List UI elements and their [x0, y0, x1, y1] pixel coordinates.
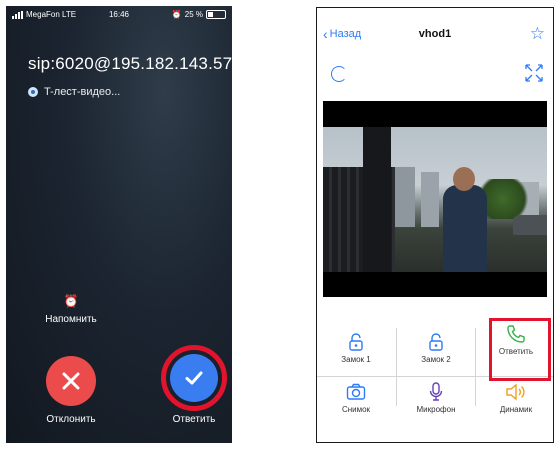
decline-label: Отклонить — [46, 414, 96, 425]
microphone-label: Микрофон — [416, 405, 456, 414]
intercom-app-screen: ‹ Назад vhod1 ☆ Замок 1 Замок 2 Ответить… — [316, 7, 554, 443]
lock-icon — [429, 333, 443, 351]
calling-app: T-лест-видео... — [28, 86, 120, 98]
speaker-icon — [506, 383, 525, 401]
lock1-button[interactable]: Замок 1 — [317, 332, 395, 364]
fullscreen-icon[interactable] — [525, 64, 543, 82]
camera-image — [323, 127, 547, 272]
answer-highlight — [489, 318, 551, 381]
lock1-label: Замок 1 — [341, 355, 371, 364]
caller-id: sip:6020@195.182.143.57 — [28, 54, 232, 73]
checkmark-icon — [185, 371, 203, 385]
battery-indicator: ⏰ 25 % — [172, 10, 226, 19]
camera-icon — [346, 383, 366, 400]
snapshot-button[interactable]: Снимок — [317, 382, 395, 414]
lock-icon — [349, 333, 363, 351]
speaker-button[interactable]: Динамик — [477, 382, 553, 414]
speaker-label: Динамик — [499, 405, 533, 414]
accept-button[interactable] — [170, 354, 218, 402]
accept-label: Ответить — [172, 414, 216, 425]
microphone-button[interactable]: Микрофон — [397, 382, 475, 414]
incoming-call-screen: MegaFon LTE 16:46 ⏰ 25 % sip:6020@195.18… — [6, 6, 232, 443]
refresh-icon[interactable] — [331, 66, 347, 82]
battery-icon — [206, 10, 226, 19]
close-icon — [62, 372, 80, 390]
star-icon[interactable]: ☆ — [530, 24, 545, 44]
app-icon — [28, 87, 38, 97]
app-name: T-лест-видео... — [44, 86, 121, 98]
alarm-clock-icon: ⏰ — [63, 294, 79, 308]
remind-label: Напомнить — [45, 314, 97, 325]
battery-percent: 25 % — [184, 10, 203, 19]
camera-video — [323, 101, 547, 297]
nav-bar: ‹ Назад vhod1 ☆ — [317, 24, 553, 44]
remind-button[interactable]: ⏰ Напомнить — [6, 294, 136, 325]
page-title: vhod1 — [418, 28, 452, 40]
decline-button[interactable] — [46, 356, 96, 406]
snapshot-label: Снимок — [341, 405, 371, 414]
lock2-label: Замок 2 — [421, 355, 451, 364]
accept-highlight — [161, 345, 227, 411]
lock2-button[interactable]: Замок 2 — [397, 332, 475, 364]
microphone-icon — [429, 382, 443, 401]
alarm-icon: ⏰ — [171, 10, 182, 19]
status-bar: MegaFon LTE 16:46 ⏰ 25 % — [12, 10, 226, 22]
